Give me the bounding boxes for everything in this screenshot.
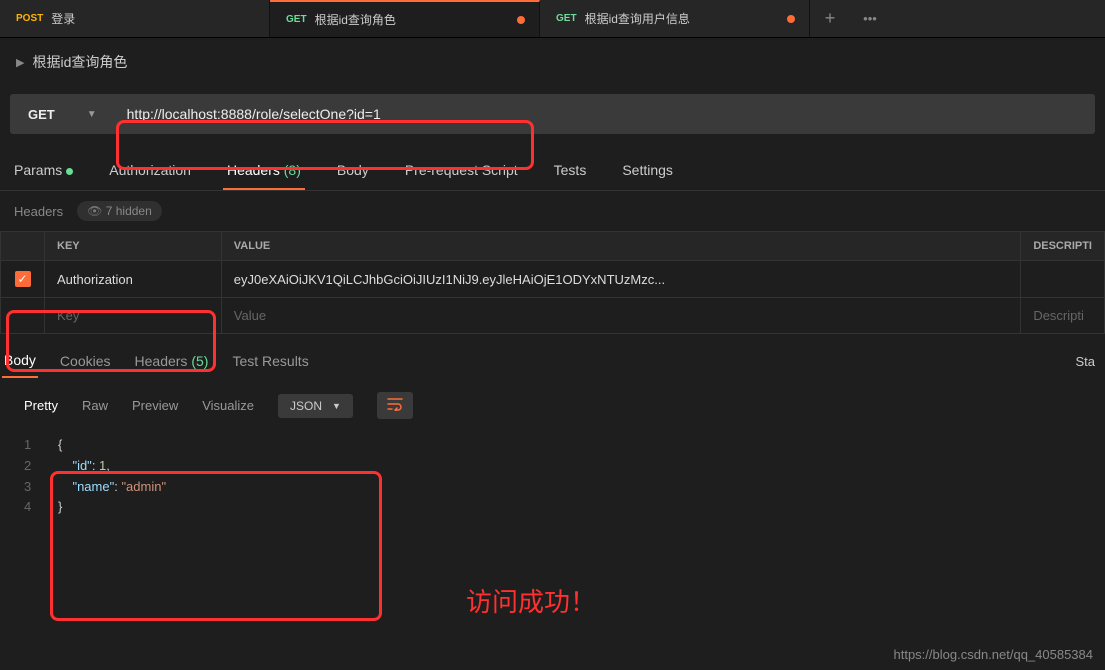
- table-header-row: KEY VALUE DESCRIPTI: [1, 232, 1105, 261]
- tab-get-role[interactable]: GET 根据id查询角色: [270, 0, 540, 37]
- tab-method-label: GET: [286, 14, 307, 25]
- table-row-new[interactable]: Key Value Descripti: [1, 298, 1105, 334]
- request-url-bar: GET ▼: [10, 94, 1095, 134]
- tab-post-login[interactable]: POST 登录: [0, 0, 270, 37]
- tab-name: 根据id查询角色: [315, 11, 396, 28]
- viewer-raw[interactable]: Raw: [82, 398, 108, 413]
- col-check: [1, 232, 45, 261]
- line-numbers: 1234: [24, 435, 31, 518]
- viewer-pretty[interactable]: Pretty: [24, 398, 58, 413]
- toggle-hidden-button[interactable]: 👁 7 hidden: [77, 201, 162, 221]
- unsaved-dot-icon: [787, 15, 795, 23]
- resp-tab-testresults[interactable]: Test Results: [230, 345, 310, 377]
- resp-tab-headers[interactable]: Headers (5): [133, 345, 211, 377]
- response-body-viewer[interactable]: 1234 { "id": 1, "name": "admin" }: [0, 433, 1105, 538]
- tab-prerequest[interactable]: Pre-request Script: [401, 152, 522, 190]
- resp-tab-cookies[interactable]: Cookies: [58, 345, 113, 377]
- tab-method-label: GET: [556, 13, 577, 24]
- annotation-text: 访问成功！: [466, 582, 596, 619]
- response-status: Sta: [1075, 354, 1105, 369]
- request-tabs: Params Authorization Headers (8) Body Pr…: [0, 152, 1105, 191]
- watermark: https://blog.csdn.net/qq_40585384: [894, 647, 1094, 662]
- url-input[interactable]: [115, 94, 1095, 134]
- viewer-visualize[interactable]: Visualize: [202, 398, 254, 413]
- tabs-bar: POST 登录 GET 根据id查询角色 GET 根据id查询用户信息 + ••…: [0, 0, 1105, 38]
- chevron-down-icon: ▼: [332, 401, 341, 411]
- tab-name: 根据id查询用户信息: [585, 10, 690, 27]
- response-tabs: Body Cookies Headers (5) Test Results St…: [0, 334, 1105, 378]
- resp-tab-body[interactable]: Body: [2, 344, 38, 378]
- wrap-lines-button[interactable]: [377, 392, 413, 419]
- more-tabs-button[interactable]: •••: [850, 0, 890, 37]
- tab-body[interactable]: Body: [333, 152, 373, 190]
- headers-subheader: Headers 👁 7 hidden: [0, 191, 1105, 231]
- chevron-down-icon: ▼: [87, 109, 97, 120]
- breadcrumb-title: 根据id查询角色: [32, 52, 127, 72]
- col-desc: DESCRIPTI: [1021, 232, 1105, 261]
- tab-tests[interactable]: Tests: [550, 152, 591, 190]
- col-key: KEY: [45, 232, 222, 261]
- header-desc-cell[interactable]: [1021, 261, 1105, 298]
- desc-placeholder[interactable]: Descripti: [1021, 298, 1105, 334]
- chevron-right-icon: ▶: [16, 56, 24, 69]
- eye-icon: 👁: [87, 204, 102, 218]
- breadcrumb[interactable]: ▶ 根据id查询角色: [0, 38, 1105, 86]
- tab-authorization[interactable]: Authorization: [105, 152, 195, 190]
- tab-get-user[interactable]: GET 根据id查询用户信息: [540, 0, 810, 37]
- key-placeholder[interactable]: Key: [45, 298, 222, 334]
- tab-headers[interactable]: Headers (8): [223, 152, 305, 190]
- tab-method-label: POST: [16, 13, 43, 24]
- header-key-cell[interactable]: Authorization: [45, 261, 222, 298]
- viewer-bar: Pretty Raw Preview Visualize JSON ▼: [0, 378, 1105, 433]
- row-checkbox[interactable]: ✓: [15, 271, 31, 287]
- tab-params[interactable]: Params: [10, 152, 77, 190]
- header-value-cell[interactable]: eyJ0eXAiOiJKV1QiLCJhbGciOiJIUzI1NiJ9.eyJ…: [221, 261, 1021, 298]
- table-row[interactable]: ✓ Authorization eyJ0eXAiOiJKV1QiLCJhbGci…: [1, 261, 1105, 298]
- viewer-preview[interactable]: Preview: [132, 398, 178, 413]
- wrap-icon: [387, 397, 403, 411]
- method-select[interactable]: GET ▼: [10, 94, 115, 134]
- value-placeholder[interactable]: Value: [221, 298, 1021, 334]
- params-active-dot-icon: [66, 168, 73, 175]
- headers-table: KEY VALUE DESCRIPTI ✓ Authorization eyJ0…: [0, 231, 1105, 334]
- unsaved-dot-icon: [517, 16, 525, 24]
- method-label: GET: [28, 107, 55, 122]
- add-tab-button[interactable]: +: [810, 0, 850, 37]
- tab-settings[interactable]: Settings: [618, 152, 677, 190]
- col-value: VALUE: [221, 232, 1021, 261]
- tab-name: 登录: [51, 10, 75, 27]
- headers-label: Headers: [14, 204, 63, 219]
- format-select[interactable]: JSON ▼: [278, 394, 353, 418]
